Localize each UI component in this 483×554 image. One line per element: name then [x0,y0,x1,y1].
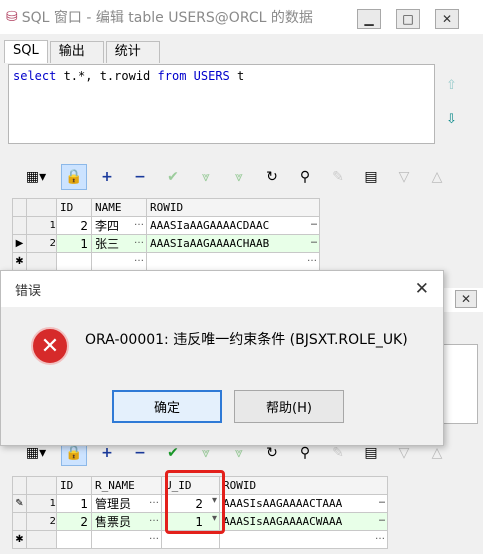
cell-r-name[interactable]: 管理员… [91,494,162,513]
ellipsis-icon[interactable]: … [311,217,317,228]
grid-toolbar: ▦▾ 🔒 + − ✔ ⩔ ⩔ ↻ ⚲ ✎ ▤ ▽ △ [18,162,457,192]
sql-columns: t.*, t.rowid [56,69,158,83]
error-dialog: 错误 ✕ ✕ ORA-00001: 违反唯一约束条件 (BJSXT.ROLE_U… [0,270,444,446]
cell-name[interactable]: 张三… [91,234,147,253]
arrow-up-icon[interactable]: △ [424,164,450,190]
row-number: 2 [26,512,57,531]
ellipsis-icon[interactable]: … [149,495,159,506]
delete-row-icon[interactable]: − [127,164,153,190]
tab-sql[interactable]: SQL [4,40,48,63]
sql-keyword-from: from [157,69,187,83]
column-header-rowid[interactable]: ROWID [219,476,388,495]
cell-rowid[interactable]: AAASIsAAGAAAACTAAA… [219,494,388,513]
add-row-icon[interactable]: + [94,164,120,190]
row-number: 1 [26,216,57,235]
window-title: SQL 窗口 - 编辑 table USERS@ORCL 的数据 [21,10,313,26]
tab-bar: SQL 输出 统计 [4,40,162,63]
ellipsis-icon[interactable]: … [375,531,385,542]
tab-stats[interactable]: 统计 [105,41,160,63]
close-button[interactable]: ✕ [435,9,459,29]
find-icon[interactable]: ⚲ [292,164,318,190]
lock-icon[interactable]: 🔒 [61,164,87,190]
cell-r-name[interactable]: 售票员… [91,512,162,531]
cell-id[interactable]: 1 [56,494,92,513]
cell-id[interactable]: 2 [56,216,92,235]
window2-close-button[interactable]: ✕ [455,290,477,308]
cell-id[interactable]: 2 [56,512,92,531]
current-row-icon: ▶ [12,234,27,253]
grid-header-row: ID NAME ROWID [12,198,320,217]
commit-check-icon[interactable]: ✔ [160,164,186,190]
ok-button[interactable]: 确定 [112,390,222,423]
sql-alias: t [237,69,245,83]
ellipsis-icon[interactable]: … [379,495,385,506]
dialog-title: 错误 [1,271,443,307]
row-number: 2 [26,234,57,253]
ellipsis-icon[interactable]: … [134,217,144,228]
grid-view-icon[interactable]: ▦▾ [18,164,54,190]
ellipsis-icon[interactable]: … [311,235,317,246]
ellipsis-icon[interactable]: … [134,253,144,264]
last-record-icon[interactable]: ⩔ [226,164,252,190]
new-row-icon: ✱ [12,530,27,549]
column-header-name[interactable]: NAME [91,198,147,217]
title-bar: ⛁ SQL 窗口 - 编辑 table USERS@ORCL 的数据 ▁ □ ✕ [0,0,483,34]
cell-rowid[interactable]: AAASIaAAGAAAACDAAC… [146,216,320,235]
cell-id[interactable]: 1 [56,234,92,253]
tab-output[interactable]: 输出 [49,41,104,63]
scroll-up-icon[interactable]: ⇧ [446,78,457,93]
sql-keyword-select: select [13,69,57,83]
ellipsis-icon[interactable]: … [307,253,317,264]
ellipsis-icon[interactable]: … [149,531,159,542]
cell-name[interactable]: 李四… [91,216,147,235]
sql-window-1: ⛁ SQL 窗口 - 编辑 table USERS@ORCL 的数据 ▁ □ ✕… [0,0,483,271]
column-header-id[interactable]: ID [56,476,92,495]
result-grid: ID NAME ROWID 1 2 李四… AAASIaAAGAAAACDAAC… [12,198,320,271]
ellipsis-icon[interactable]: … [379,513,385,524]
cell-rowid[interactable]: AAASIaAAGAAAACHAAB… [146,234,320,253]
column-header-id[interactable]: ID [56,198,92,217]
ellipsis-icon[interactable]: … [134,235,144,246]
error-message: ORA-00001: 违反唯一约束条件 (BJSXT.ROLE_UK) [85,332,408,348]
maximize-button[interactable]: □ [396,9,420,29]
sql-editor[interactable]: select t.*, t.rowid from USERS t [8,64,435,144]
column-header-rowid[interactable]: ROWID [146,198,320,217]
scroll-down-icon[interactable]: ⇩ [446,112,457,127]
next-record-icon[interactable]: ⩔ [193,164,219,190]
db-icon: ⛁ [6,9,18,25]
help-button[interactable]: 帮助(H) [234,390,344,423]
row-number: 1 [26,494,57,513]
table-row[interactable]: 1 2 李四… AAASIaAAGAAAACDAAC… [12,216,320,235]
table-row[interactable]: ▶ 2 1 张三… AAASIaAAGAAAACHAAB… [12,234,320,253]
export-icon[interactable]: ▤ [358,164,384,190]
arrow-down-icon[interactable]: ▽ [391,164,417,190]
ellipsis-icon[interactable]: … [149,513,159,524]
error-icon: ✕ [31,327,69,365]
new-row[interactable]: ✱ … … [12,252,320,271]
refresh-icon[interactable]: ↻ [259,164,285,190]
cell-rowid[interactable]: AAASIsAAGAAAACWAAA… [219,512,388,531]
column-header-r-name[interactable]: R_NAME [91,476,162,495]
dialog-close-icon[interactable]: ✕ [415,279,429,299]
new-row-icon: ✱ [12,252,27,271]
edit-row-icon: ✎ [12,494,27,513]
minimize-button[interactable]: ▁ [357,9,381,29]
highlight-box [165,470,225,534]
sql-table: USERS [186,69,237,83]
clear-icon[interactable]: ✎ [325,164,351,190]
